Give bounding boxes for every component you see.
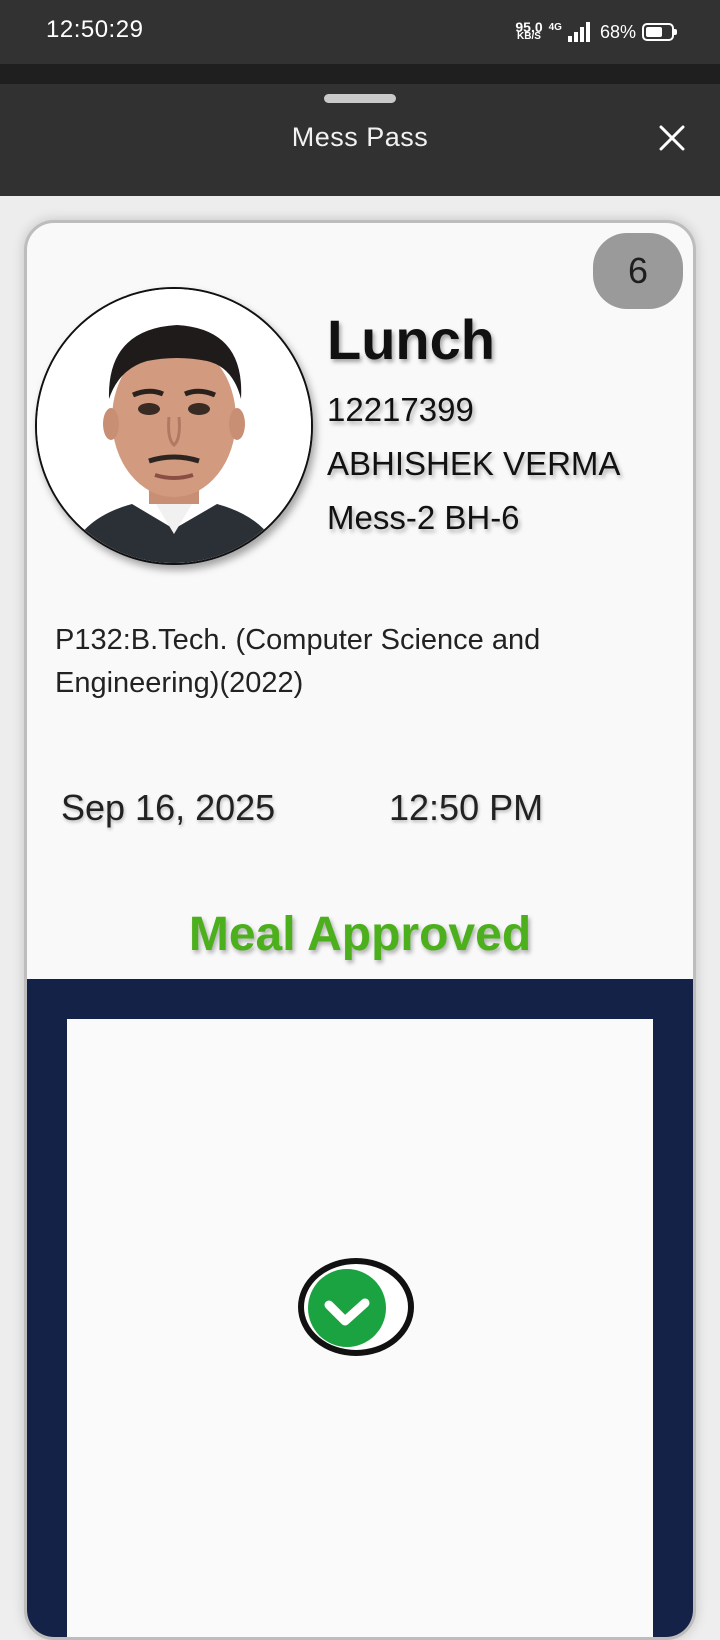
meal-type: Lunch	[327, 308, 495, 371]
status-indicators: 95.0 KB/S 4G 68%	[515, 18, 677, 46]
avatar	[35, 287, 313, 565]
sheet-header: Mess Pass	[0, 84, 720, 196]
roll-number: 12217399	[327, 391, 474, 428]
check-circle-icon	[298, 1258, 414, 1356]
network-speed-unit: KB/S	[517, 31, 541, 42]
approval-status: Meal Approved	[188, 908, 532, 961]
close-button[interactable]	[654, 120, 690, 156]
battery-percent: 68%	[599, 21, 636, 42]
signal-icon	[567, 22, 590, 42]
verification-panel	[27, 979, 693, 1637]
mess-name: Mess-2 BH-6	[327, 499, 520, 536]
network-speed: 95.0 KB/S	[515, 20, 542, 42]
drag-handle[interactable]	[324, 94, 396, 103]
sheet-backdrop	[0, 64, 720, 84]
student-name: ABHISHEK VERMA	[327, 445, 621, 482]
status-time: 12:50:29	[46, 16, 144, 43]
pass-date: Sep 16, 2025	[61, 787, 276, 828]
status-bar: 12:50:29 95.0 KB/S 4G 68%	[0, 0, 720, 64]
meal-count-badge: 6	[593, 233, 683, 309]
profile-photo	[37, 289, 311, 563]
battery-icon	[642, 23, 677, 41]
network-type: 4G	[548, 21, 562, 33]
pass-info: Lunch 12217399 ABHISHEK VERMA Mess-2 BH-…	[327, 307, 620, 541]
pass-time: 12:50 PM	[389, 787, 544, 828]
mess-pass-card: 6 Lunch 12217399 ABHISHEK VERMA Mess-2 B…	[24, 220, 696, 1640]
page-title: Mess Pass	[291, 122, 429, 152]
close-icon	[659, 125, 685, 151]
program-text: P132:B.Tech. (Computer Science and Engin…	[55, 624, 541, 699]
verification-area	[67, 1019, 653, 1637]
